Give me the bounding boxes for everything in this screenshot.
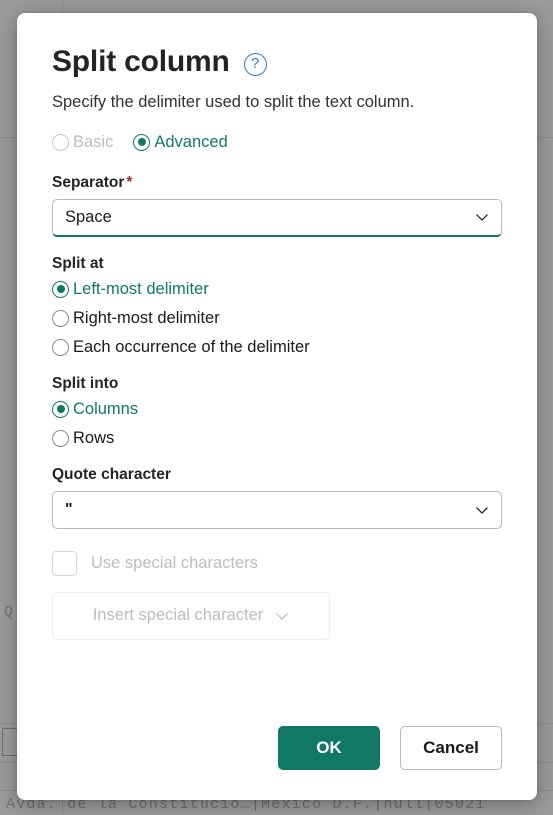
split-at-label: Split at — [52, 254, 104, 272]
dialog-footer: OK Cancel — [278, 726, 502, 770]
radio-basic[interactable]: Basic — [52, 133, 113, 152]
backdrop-partial-label: Q — [4, 604, 14, 621]
help-circle-icon[interactable]: ? — [243, 52, 267, 76]
radio-columns-label: Columns — [73, 399, 139, 418]
dialog-header: Split column ? — [52, 46, 502, 78]
radio-advanced-label: Advanced — [154, 132, 228, 151]
separator-dropdown[interactable]: Space — [52, 198, 502, 237]
radio-right-most-label: Right-most delimiter — [73, 308, 220, 327]
chevron-down-icon — [475, 503, 489, 517]
split-into-group: Split into Columns Rows — [52, 375, 502, 448]
separator-value: Space — [65, 208, 112, 227]
separator-field: Separator * Space — [52, 174, 502, 237]
quote-character-dropdown[interactable]: " — [52, 490, 502, 529]
separator-label: Separator * — [52, 174, 502, 192]
radio-left-most-label: Left-most delimiter — [73, 279, 209, 298]
cancel-button[interactable]: Cancel — [400, 726, 502, 770]
radio-left-most-delimiter[interactable]: Left-most delimiter — [52, 280, 502, 299]
radio-advanced-indicator — [133, 133, 151, 151]
required-marker: * — [126, 173, 133, 191]
insert-special-character-dropdown[interactable]: Insert special character — [52, 591, 330, 640]
radio-rows[interactable]: Rows — [52, 429, 502, 448]
quote-character-field: Quote character " — [52, 466, 502, 529]
ok-button[interactable]: OK — [278, 726, 380, 770]
use-special-characters-row[interactable]: Use special characters — [52, 550, 502, 576]
radio-right-most-delimiter[interactable]: Right-most delimiter — [52, 309, 502, 328]
split-at-group: Split at Left-most delimiter Right-most … — [52, 255, 502, 357]
radio-each-occurrence[interactable]: Each occurrence of the delimiter — [52, 338, 502, 357]
radio-rows-label: Rows — [73, 428, 115, 447]
radio-each-occurrence-indicator — [52, 338, 69, 356]
separator-label-text: Separator — [52, 173, 125, 191]
split-into-label: Split into — [52, 374, 119, 392]
radio-columns[interactable]: Columns — [52, 400, 502, 419]
quote-character-label: Quote character — [52, 465, 171, 483]
mode-radio-group: Basic Advanced — [52, 133, 502, 152]
radio-basic-indicator — [52, 133, 69, 151]
radio-advanced[interactable]: Advanced — [133, 132, 228, 152]
radio-rows-indicator — [52, 429, 69, 447]
use-special-characters-label: Use special characters — [91, 553, 258, 572]
radio-each-occurrence-label: Each occurrence of the delimiter — [73, 337, 310, 356]
use-special-characters-checkbox[interactable] — [52, 550, 77, 576]
chevron-down-icon — [475, 210, 489, 224]
quote-character-value: " — [65, 500, 73, 518]
split-column-dialog: Split column ? Specify the delimiter use… — [17, 13, 537, 800]
dialog-subtitle: Specify the delimiter used to split the … — [52, 92, 415, 111]
radio-basic-label: Basic — [73, 132, 114, 151]
radio-right-most-indicator — [52, 309, 69, 327]
chevron-down-icon — [275, 609, 289, 623]
radio-left-most-indicator — [52, 280, 69, 298]
radio-columns-indicator — [52, 400, 69, 418]
page-title: Split column — [52, 45, 230, 78]
insert-special-character-label: Insert special character — [92, 606, 264, 625]
